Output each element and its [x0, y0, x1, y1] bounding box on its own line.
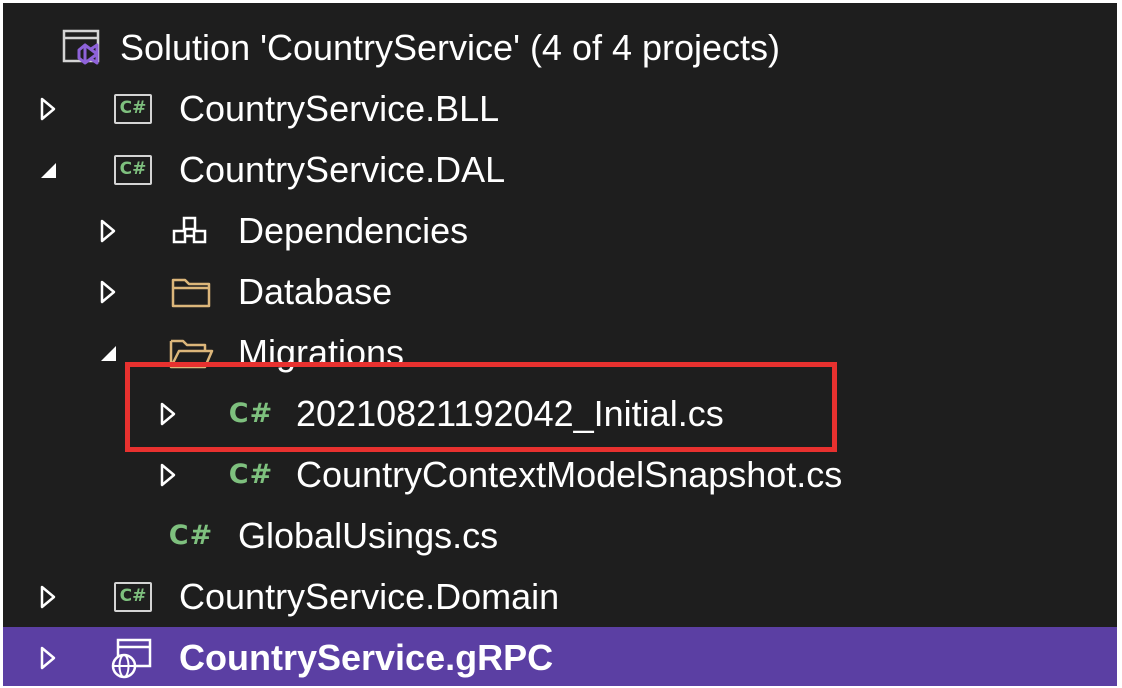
tree-row-label: CountryService.BLL: [179, 88, 500, 129]
tree-row-label: Database: [238, 271, 393, 312]
tree-row-label: CountryService.Domain: [179, 576, 560, 617]
tree-row-model-snapshot[interactable]: C# CountryContextModelSnapshot.cs: [3, 444, 1117, 505]
csharp-file-icon: C#: [168, 520, 214, 551]
solution-explorer-tree: Solution 'CountryService' (4 of 4 projec…: [3, 3, 1117, 686]
csharp-file-icon: C#: [228, 398, 274, 429]
dependencies-icon: [165, 200, 217, 261]
tree-row-solution[interactable]: Solution 'CountryService' (4 of 4 projec…: [3, 17, 1117, 78]
tree-row-database-folder[interactable]: Database: [3, 261, 1117, 322]
expand-chevron-icon[interactable]: [153, 444, 183, 505]
expand-chevron-icon[interactable]: [93, 261, 123, 322]
tree-row-label: CountryService.gRPC: [179, 637, 554, 678]
csharp-project-icon: C#: [107, 78, 159, 139]
solution-icon: [57, 17, 109, 78]
expand-chevron-icon[interactable]: [33, 566, 63, 627]
tree-row-label: Solution 'CountryService' (4 of 4 projec…: [120, 27, 781, 68]
tree-row-migrations-folder[interactable]: Migrations: [3, 322, 1117, 383]
tree-row-label: GlobalUsings.cs: [238, 515, 499, 556]
expand-chevron-icon[interactable]: [93, 200, 123, 261]
collapse-triangle-icon[interactable]: [93, 322, 123, 383]
tree-row-label: Dependencies: [238, 210, 469, 251]
tree-row-project-grpc[interactable]: CountryService.gRPC: [3, 627, 1117, 686]
tree-row-label: Migrations: [238, 332, 405, 373]
folder-icon: [165, 261, 217, 322]
csharp-file-icon: C#: [228, 459, 274, 490]
tree-row-label: CountryService.DAL: [179, 149, 506, 190]
csharp-project-icon: C#: [107, 566, 159, 627]
tree-row-label: 20210821192042_Initial.cs: [296, 393, 724, 434]
tree-row-global-usings[interactable]: C# GlobalUsings.cs: [3, 505, 1117, 566]
collapse-triangle-icon[interactable]: [33, 139, 63, 200]
web-project-icon: [107, 627, 159, 686]
tree-row-dependencies[interactable]: Dependencies: [3, 200, 1117, 261]
tree-row-label: CountryContextModelSnapshot.cs: [296, 454, 843, 495]
tree-row-project-dal[interactable]: C# CountryService.DAL: [3, 139, 1117, 200]
tree-row-project-domain[interactable]: C# CountryService.Domain: [3, 566, 1117, 627]
tree-row-migration-initial[interactable]: C# 20210821192042_Initial.cs: [3, 383, 1117, 444]
csharp-project-icon: C#: [107, 139, 159, 200]
tree-row-project-bll[interactable]: C# CountryService.BLL: [3, 78, 1117, 139]
folder-open-icon: [165, 322, 217, 383]
expand-chevron-icon[interactable]: [33, 78, 63, 139]
expand-chevron-icon[interactable]: [153, 383, 183, 444]
expand-chevron-icon[interactable]: [33, 627, 63, 686]
